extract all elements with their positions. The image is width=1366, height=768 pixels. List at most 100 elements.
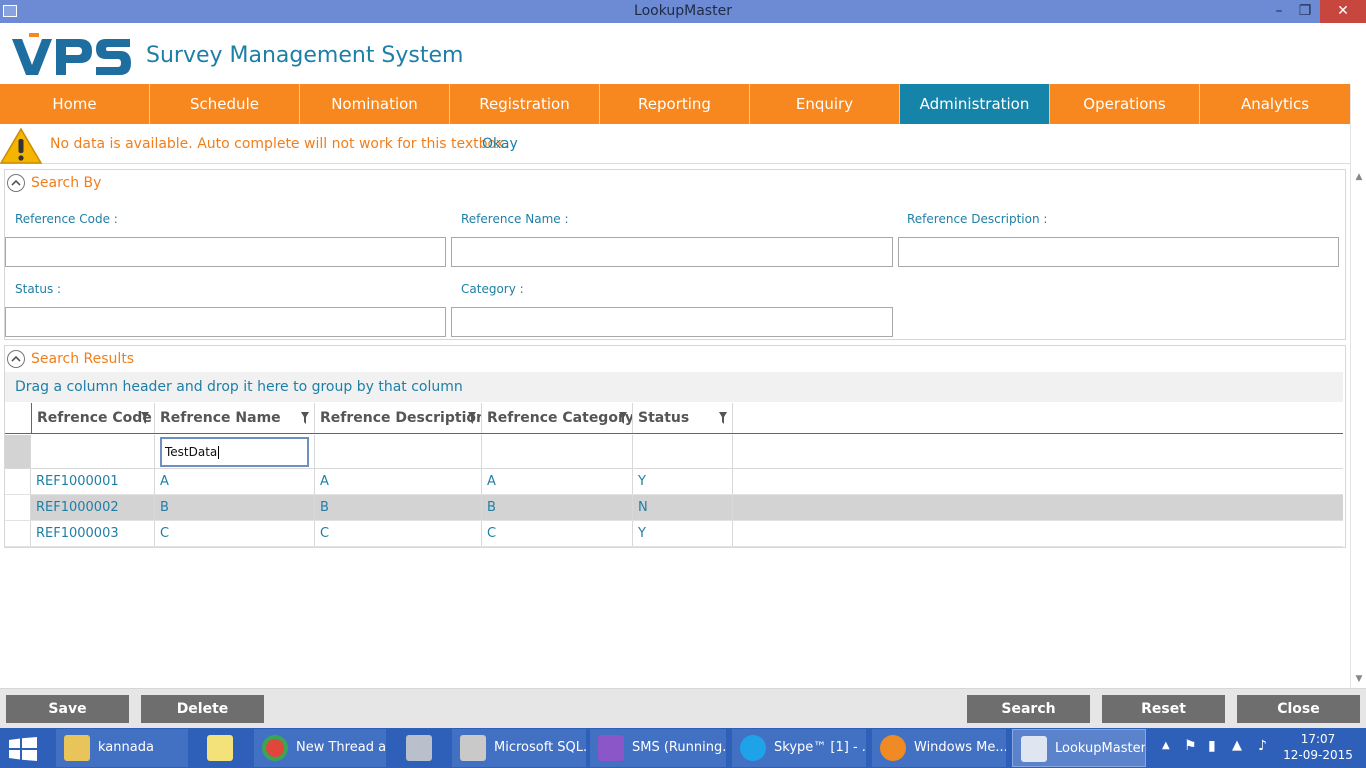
ref-name-filter-input[interactable]: TestData [160, 437, 309, 467]
nav-registration[interactable]: Registration [450, 84, 600, 124]
col-header-status[interactable]: Status [633, 403, 733, 433]
taskbar-item-skype[interactable]: Skype™ [1] - ... [732, 729, 866, 767]
nav-nomination[interactable]: Nomination [300, 84, 450, 124]
close-window-button[interactable]: ✕ [1320, 0, 1366, 23]
ref-desc-input[interactable] [898, 237, 1339, 267]
taskbar-item-lookupmaster[interactable]: LookupMaster [1012, 729, 1146, 767]
col-header-ref-code[interactable]: Refrence Code [31, 403, 155, 433]
filter-cell-status[interactable] [633, 435, 733, 468]
status-label: Status : [15, 282, 62, 296]
tools-icon [406, 735, 432, 761]
table-row[interactable]: REF1000003 C C C Y [5, 521, 1343, 547]
show-hidden-icons-icon[interactable]: ▲ [1162, 740, 1170, 751]
cell-ref-name: B [155, 495, 315, 520]
search-by-header[interactable]: Search By [5, 170, 1345, 196]
text-caret [218, 446, 220, 459]
nav-administration[interactable]: Administration [900, 84, 1050, 124]
nav-analytics[interactable]: Analytics [1200, 84, 1350, 124]
nav-operations[interactable]: Operations [1050, 84, 1200, 124]
clock-date: 12-09-2015 [1283, 748, 1353, 762]
action-center-icon[interactable]: ⚑ [1184, 738, 1197, 754]
app-window-icon [1021, 736, 1047, 762]
taskbar-item-sticky-notes[interactable] [192, 729, 248, 767]
window-titlebar: LookupMaster – ❐ ✕ [0, 0, 1366, 23]
maximize-button[interactable]: ❐ [1290, 0, 1320, 23]
filter-cell-ref-desc[interactable] [315, 435, 482, 468]
filter-icon[interactable] [719, 412, 727, 424]
windows-start-icon[interactable] [8, 737, 38, 761]
nav-home[interactable]: Home [0, 84, 150, 124]
table-row[interactable]: REF1000001 A A A Y [5, 469, 1343, 495]
taskbar-item-tools[interactable] [390, 729, 448, 767]
ref-desc-label: Reference Description : [907, 212, 1048, 226]
windows-taskbar: kannada New Thread a... Microsoft SQL...… [0, 728, 1366, 768]
cell-ref-code: REF1000001 [31, 469, 155, 494]
clock-time: 17:07 [1300, 732, 1336, 746]
taskbar-label: SMS (Running... [632, 740, 726, 755]
visual-studio-icon [598, 735, 624, 761]
ref-name-input[interactable] [451, 237, 893, 267]
cell-ref-category: A [482, 469, 633, 494]
nav-reporting[interactable]: Reporting [600, 84, 750, 124]
scroll-up-icon[interactable]: ▲ [1354, 172, 1364, 182]
grid-header-row: Refrence Code Refrence Name Refrence Des… [5, 403, 1343, 434]
volume-icon[interactable]: ♪ [1258, 738, 1267, 754]
collapse-icon[interactable] [7, 350, 25, 368]
sql-server-icon [460, 735, 486, 761]
taskbar-item-visual-studio[interactable]: SMS (Running... [590, 729, 726, 767]
close-button[interactable]: Close [1237, 695, 1360, 723]
search-results-header[interactable]: Search Results [5, 346, 1345, 372]
save-button[interactable]: Save [6, 695, 129, 723]
category-input[interactable] [451, 307, 893, 337]
skype-icon [740, 735, 766, 761]
battery-icon[interactable]: ▮ [1208, 738, 1216, 754]
group-by-drop-area[interactable]: Drag a column header and drop it here to… [5, 372, 1343, 402]
col-header-ref-category[interactable]: Refrence Category [482, 403, 633, 433]
filter-icon[interactable] [468, 412, 476, 424]
collapse-icon[interactable] [7, 174, 25, 192]
col-header-ref-name[interactable]: Refrence Name [155, 403, 315, 433]
cell-ref-desc: B [315, 495, 482, 520]
alert-okay-link[interactable]: Okay [482, 136, 518, 152]
col-header-ref-desc[interactable]: Refrence Description [315, 403, 482, 433]
taskbar-label: kannada [98, 740, 154, 755]
row-indicator [5, 469, 31, 494]
col-header-label: Refrence Code [37, 410, 152, 426]
folder-icon [64, 735, 90, 761]
taskbar-item-chrome[interactable]: New Thread a... [254, 729, 386, 767]
table-row[interactable]: REF1000002 B B B N [5, 495, 1343, 521]
search-results-title: Search Results [31, 351, 135, 367]
reset-button[interactable]: Reset [1102, 695, 1225, 723]
col-header-label: Status [638, 410, 690, 426]
delete-button[interactable]: Delete [141, 695, 264, 723]
cell-ref-category: B [482, 495, 633, 520]
filter-cell-ref-code[interactable] [31, 435, 155, 468]
cell-ref-desc: C [315, 521, 482, 546]
page-scrollbar[interactable]: ▲ ▼ [1350, 84, 1366, 688]
status-input[interactable] [5, 307, 446, 337]
vps-logo [12, 33, 131, 75]
network-icon[interactable]: ▲ [1232, 738, 1242, 753]
ref-code-input[interactable] [5, 237, 446, 267]
taskbar-clock[interactable]: 17:07 12-09-2015 [1282, 731, 1354, 763]
filter-input-text: TestData [165, 445, 218, 459]
row-indicator [5, 495, 31, 520]
taskbar-label: Microsoft SQL... [494, 740, 586, 755]
alert-message: No data is available. Auto complete will… [50, 136, 509, 152]
search-by-title: Search By [31, 175, 102, 191]
scroll-down-icon[interactable]: ▼ [1354, 674, 1364, 684]
nav-schedule[interactable]: Schedule [150, 84, 300, 124]
col-header-label: Refrence Name [160, 410, 281, 426]
filter-icon[interactable] [141, 412, 149, 424]
search-button[interactable]: Search [967, 695, 1090, 723]
filter-icon[interactable] [619, 412, 627, 424]
nav-enquiry[interactable]: Enquiry [750, 84, 900, 124]
cell-ref-code: REF1000002 [31, 495, 155, 520]
filter-icon[interactable] [301, 412, 309, 424]
ref-name-label: Reference Name : [461, 212, 569, 226]
taskbar-item-sql[interactable]: Microsoft SQL... [452, 729, 586, 767]
taskbar-label: New Thread a... [296, 740, 386, 755]
taskbar-item-media-player[interactable]: Windows Me... [872, 729, 1006, 767]
taskbar-item-folder[interactable]: kannada [56, 729, 188, 767]
filter-cell-ref-category[interactable] [482, 435, 633, 468]
